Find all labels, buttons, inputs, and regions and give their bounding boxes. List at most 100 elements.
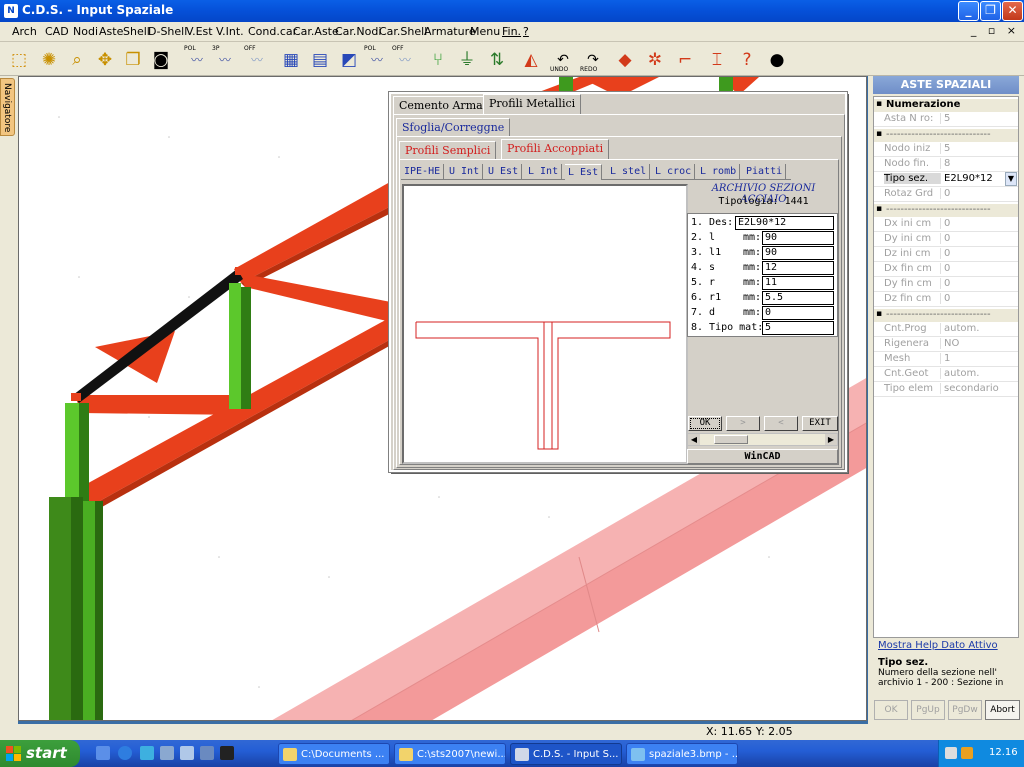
field-l1-input[interactable]: 90 (762, 246, 834, 260)
collapse-icon[interactable]: ▪ (876, 100, 884, 109)
transform-tool[interactable]: ◭ (518, 45, 544, 72)
prop-dx-fin-value[interactable]: 0 (940, 263, 1018, 274)
menu-car-aste[interactable]: Car.Aste (293, 25, 339, 38)
redo-button[interactable]: ↷ REDO (580, 45, 606, 73)
menu-fin[interactable]: Fin. (502, 25, 521, 38)
collapse-icon[interactable]: ▪ (876, 310, 884, 319)
quicklaunch-ie-icon[interactable] (118, 746, 132, 760)
prop-dz-ini-value[interactable]: 0 (940, 248, 1018, 259)
chevron-down-icon[interactable]: ▼ (1005, 172, 1017, 186)
prop-nodo-fin[interactable]: Nodo fin. 8 (874, 157, 1018, 172)
prop-dz-fin-value[interactable]: 0 (940, 293, 1018, 304)
subtab-ipe-he[interactable]: IPE-HE (401, 164, 445, 180)
quicklaunch-doc-icon[interactable] (160, 746, 174, 760)
prop-asta-n[interactable]: Asta N ro: 5 (874, 112, 1018, 127)
prop-dy-fin[interactable]: Dy fin cm 0 (874, 277, 1018, 292)
section-offsets[interactable]: ▪ ----------------------------- (874, 204, 1018, 217)
off-tool[interactable]: OFF 〰 (244, 45, 270, 72)
menu-cond-car[interactable]: Cond.car (248, 25, 297, 38)
select-window-tool[interactable]: ⬚ (6, 45, 32, 72)
subtab-l-romb[interactable]: L romb (697, 164, 741, 180)
menu-d-shell[interactable]: D-Shell (148, 25, 187, 38)
field-des-input[interactable]: E2L90*12 (735, 216, 834, 230)
pol-wave-tool-2[interactable]: POL 〰 (364, 45, 390, 72)
menu-shell[interactable]: Shell (123, 25, 150, 38)
prop-dz-ini[interactable]: Dz ini cm 0 (874, 247, 1018, 262)
quicklaunch-calc-icon[interactable] (200, 746, 214, 760)
scroll-thumb[interactable] (714, 435, 748, 444)
section-tool[interactable]: ⌶ (704, 45, 730, 72)
copy-tool[interactable]: ❐ (120, 45, 146, 72)
prop-tipo-elem-value[interactable]: secondario (940, 383, 1018, 394)
pol-wave-tool[interactable]: POL 〰 (184, 45, 210, 72)
prop-mesh-value[interactable]: 1 (940, 353, 1018, 364)
quicklaunch-cmd-icon[interactable] (220, 746, 234, 760)
explode-tool[interactable]: ✲ (642, 45, 668, 72)
scroll-left-icon[interactable]: ◀ (688, 434, 700, 445)
off-tool-2[interactable]: OFF 〰 (392, 45, 418, 72)
help-link[interactable]: Mostra Help Dato Attivo (873, 640, 1019, 655)
prop-cnt-geot[interactable]: Cnt.Geot autom. (874, 367, 1018, 382)
menu-help[interactable]: ? (523, 25, 529, 38)
undo-button[interactable]: ↶ UNDO (550, 45, 576, 73)
start-button[interactable]: start (0, 740, 80, 767)
subtab-l-int[interactable]: L Int (525, 164, 563, 180)
quicklaunch-tool-icon[interactable] (180, 746, 194, 760)
prop-nodo-iniz[interactable]: Nodo iniz 5 (874, 142, 1018, 157)
prop-tipo-elem[interactable]: Tipo elem secondario (874, 382, 1018, 397)
task-cds[interactable]: C.D.S. - Input S... (510, 743, 622, 765)
section-settings[interactable]: ▪ ----------------------------- (874, 309, 1018, 322)
menu-menu[interactable]: Menu (470, 25, 500, 38)
prop-asta-n-value[interactable]: 5 (940, 113, 1018, 124)
numbering-tool[interactable]: ⑂ (425, 45, 451, 72)
task-documents[interactable]: C:\Documents ... (278, 743, 390, 765)
eraser-icon[interactable]: ◆ (612, 45, 638, 72)
subtab-u-int[interactable]: U Int (446, 164, 484, 180)
navigator-tab[interactable]: Navigatore (0, 78, 15, 136)
query-tool[interactable]: ? (734, 45, 760, 72)
section-nodes[interactable]: ▪ ----------------------------- (874, 129, 1018, 142)
building-floors-tool[interactable]: ▤ (307, 45, 333, 72)
scroll-right-icon[interactable]: ▶ (825, 434, 837, 445)
prev-button[interactable]: < (764, 416, 798, 431)
task-sts2007[interactable]: C:\sts2007\newi... (394, 743, 506, 765)
menu-armature[interactable]: Armature (424, 25, 476, 38)
menu-car-shell[interactable]: Car.Shell (379, 25, 427, 38)
network-icon[interactable] (945, 747, 957, 759)
camera-icon[interactable]: ◙ (148, 45, 174, 72)
prop-cnt-geot-value[interactable]: autom. (940, 368, 1018, 379)
next-button[interactable]: > (726, 416, 760, 431)
prop-dy-ini-value[interactable]: 0 (940, 233, 1018, 244)
support-tool[interactable]: ⏚ (454, 45, 480, 72)
prop-dz-fin[interactable]: Dz fin cm 0 (874, 292, 1018, 307)
bomb-icon[interactable]: ● (764, 45, 790, 72)
quicklaunch-app-icon[interactable] (140, 746, 154, 760)
panel-ok-button[interactable]: OK (874, 700, 908, 720)
prop-nodo-fin-value[interactable]: 8 (940, 158, 1018, 169)
field-tipo-mat-input[interactable]: 5 (762, 321, 834, 335)
pan-tool[interactable]: ✥ (92, 45, 118, 72)
mdi-controls[interactable]: _ ▫ × (971, 24, 1020, 37)
selected-member[interactable] (73, 269, 243, 403)
menu-v-int[interactable]: V.Int. (216, 25, 244, 38)
prop-rotaz-grd-value[interactable]: 0 (940, 188, 1018, 199)
3p-pol-tool[interactable]: 3P 〰 (212, 45, 238, 72)
prop-dx-ini[interactable]: Dx ini cm 0 (874, 217, 1018, 232)
tab-sfoglia-correggne[interactable]: Sfoglia/Correggne (396, 118, 511, 136)
tab-profili-metallici[interactable]: Profili Metallici (483, 94, 582, 114)
quicklaunch-media-icon[interactable] (96, 746, 110, 760)
pgup-button[interactable]: PgUp (911, 700, 945, 720)
prop-tipo-sez[interactable]: Tipo sez. E2L90*12 ▼ (874, 172, 1018, 187)
prop-rigenera-value[interactable]: NO (940, 338, 1018, 349)
magnifier-tool[interactable]: ⌕ (64, 45, 90, 72)
field-r1-input[interactable]: 5.5 (762, 291, 834, 305)
field-l-input[interactable]: 90 (762, 231, 834, 245)
prop-dx-ini-value[interactable]: 0 (940, 218, 1018, 229)
minimize-button[interactable]: _ (958, 1, 979, 21)
prop-rigenera[interactable]: Rigenera NO (874, 337, 1018, 352)
task-spaziale[interactable]: spaziale3.bmp - ... (626, 743, 738, 765)
tab-profili-accoppiati[interactable]: Profili Accoppiati (501, 139, 610, 159)
prop-dy-fin-value[interactable]: 0 (940, 278, 1018, 289)
security-icon[interactable] (961, 747, 973, 759)
prop-cnt-prog[interactable]: Cnt.Prog autom. (874, 322, 1018, 337)
